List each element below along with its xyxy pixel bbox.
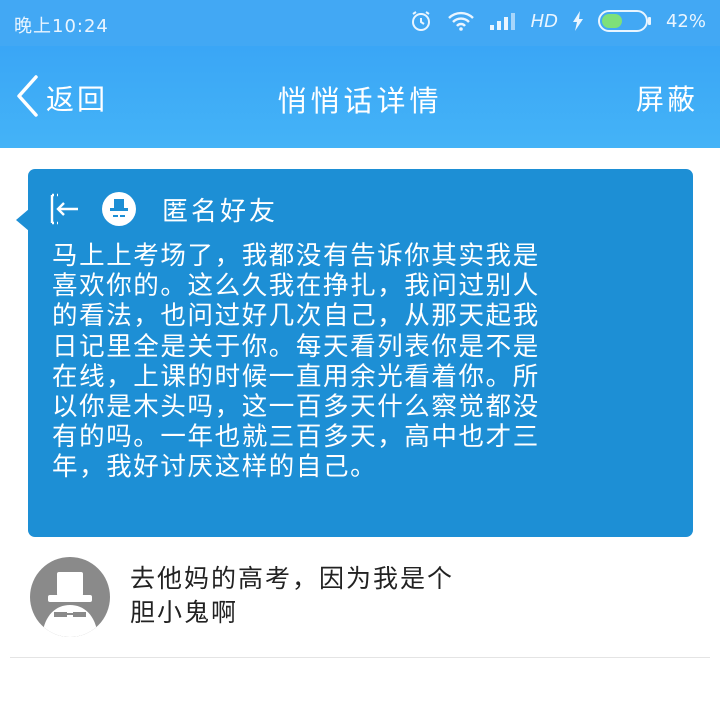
message-line: 喜欢你的。这么久我在挣扎，我问过别人 [52, 271, 540, 302]
avatar[interactable] [30, 557, 110, 637]
alarm-icon [409, 9, 433, 33]
reply-text: 去他妈的高考，因为我是个 胆小鬼啊 [130, 562, 550, 630]
reply-line: 去他妈的高考，因为我是个 [130, 564, 455, 593]
message-line: 以你是木头吗，这一百多天什么察觉都没 [52, 392, 540, 423]
reply-line: 胆小鬼啊 [130, 598, 239, 627]
status-icons: HD 42% [409, 9, 706, 33]
anonymous-avatar-icon [102, 192, 136, 226]
message-line: 日记里全是关于你。每天看列表你是不是 [52, 331, 540, 362]
wifi-icon [447, 10, 475, 32]
message-line: 马上上考场了，我都没有告诉你其实我是 [52, 241, 540, 271]
message-line: 年，我好讨厌这样的自己。 [52, 452, 378, 483]
block-button[interactable]: 屏蔽 [636, 78, 698, 118]
anonymous-avatar-icon [42, 572, 98, 637]
status-bar: 晚上10:24 HD 42% [0, 0, 720, 46]
network-type: HD [530, 10, 558, 32]
page-title: 悄悄话详情 [277, 84, 443, 118]
message-header: 匿名好友 [48, 189, 278, 229]
divider [10, 657, 710, 658]
card-pointer [16, 209, 29, 231]
message-card: 匿名好友 马上上考场了，我都没有告诉你其实我是 喜欢你的。这么久我在挣扎，我问过… [16, 169, 693, 537]
battery-icon [597, 9, 652, 33]
message-line: 的看法，也问过好几次自己，从那天起我 [52, 301, 540, 332]
signal-icon [489, 11, 517, 31]
nav-header: 返回 悄悄话详情 屏蔽 [0, 46, 720, 148]
message-line: 有的吗。一年也就三百多天，高中也才三 [52, 422, 540, 453]
message-body: 马上上考场了，我都没有告诉你其实我是 喜欢你的。这么久我在挣扎，我问过别人 的看… [52, 241, 672, 483]
battery-percent: 42% [665, 10, 706, 32]
status-time: 晚上10:24 [14, 16, 109, 37]
charging-icon [572, 11, 584, 31]
exit-icon[interactable] [48, 192, 82, 226]
message-line: 在线，上课的时候一直用余光看着你。所 [52, 361, 540, 392]
sender-name: 匿名好友 [162, 196, 279, 227]
